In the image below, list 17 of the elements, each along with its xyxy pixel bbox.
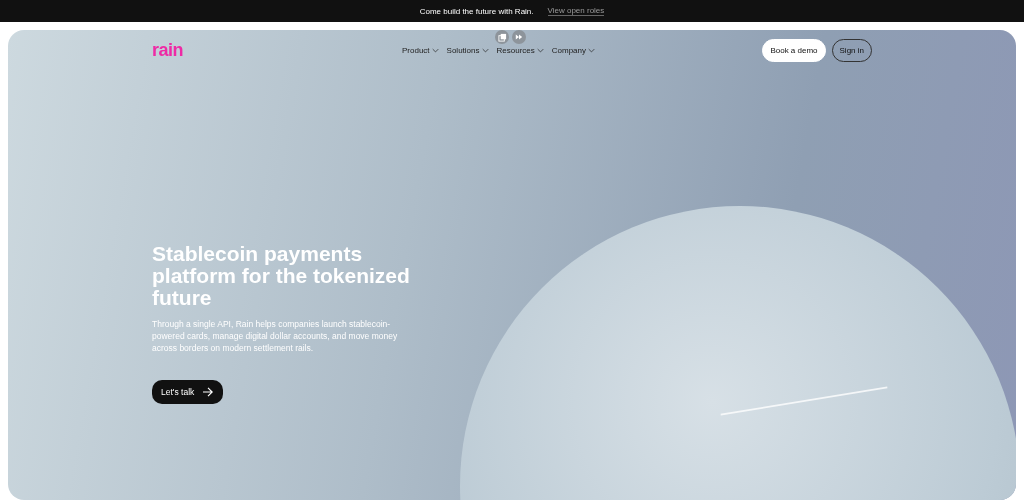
nav-menu-item[interactable]: Company xyxy=(551,45,595,55)
nav-menu-item[interactable]: Solutions xyxy=(446,45,489,55)
chevron-down-icon xyxy=(588,47,595,53)
chevron-down-icon xyxy=(431,47,439,53)
arrow-right-icon xyxy=(202,387,215,397)
book-demo-button[interactable]: Book a demo xyxy=(762,38,826,62)
copy-icon[interactable] xyxy=(495,30,509,44)
hero-title: Stablecoin payments platform for the tokenized future xyxy=(152,243,411,309)
hero-description: Through a single API, Rain helps companies launch stablecoin-powered cards, manage digital dollar accounts, and move money across borders on modern settlement rails. xyxy=(152,318,399,354)
nav-menu-item[interactable]: Product xyxy=(402,45,439,55)
open-roles-link[interactable]: View open roles xyxy=(547,6,605,16)
media-icon[interactable] xyxy=(512,30,526,44)
nav-menu-item[interactable]: Resources xyxy=(496,45,544,55)
chevron-down-icon xyxy=(536,47,544,53)
chevron-down-icon xyxy=(481,47,489,53)
announcement-text: Come build the future with Rain. xyxy=(419,6,534,16)
lets-talk-button[interactable]: Let's talk xyxy=(152,380,224,404)
